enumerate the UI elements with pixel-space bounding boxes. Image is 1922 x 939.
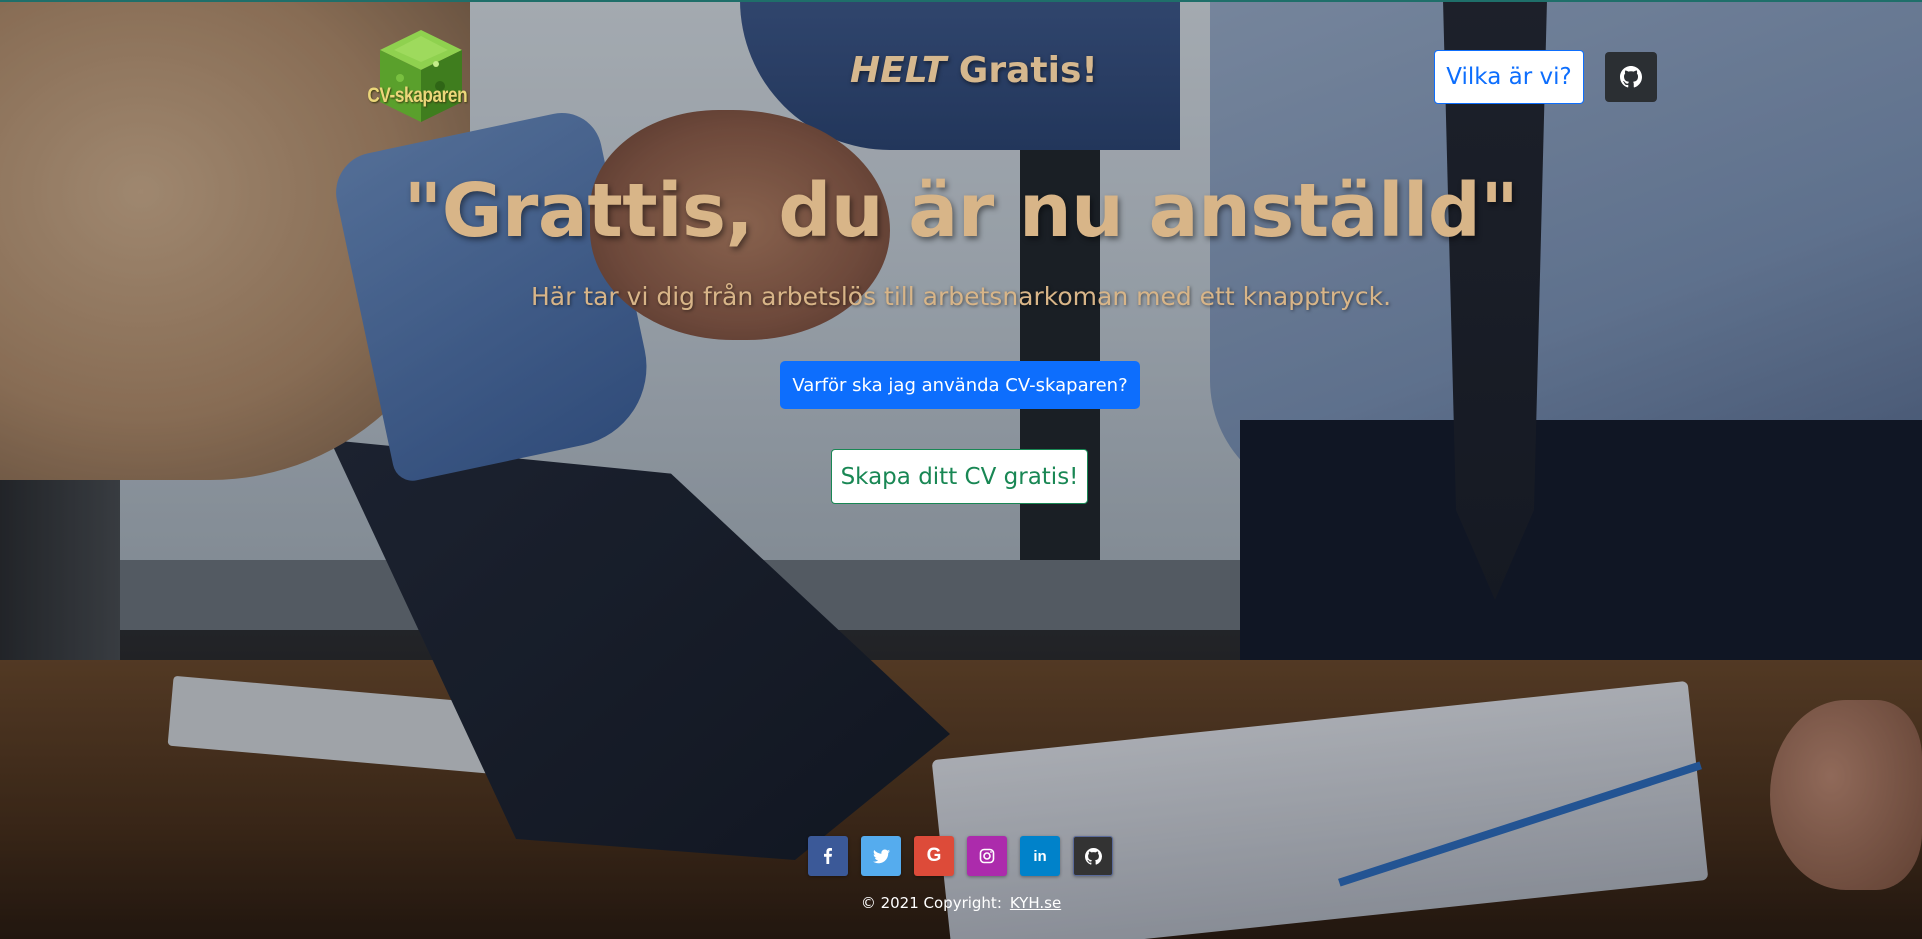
why-use-button[interactable]: Varför ska jag använda CV-skaparen? xyxy=(780,361,1140,409)
tagline-rest: Gratis! xyxy=(946,50,1098,91)
copyright-text: © 2021 Copyright: xyxy=(860,894,1002,912)
google-button[interactable]: G xyxy=(914,836,954,876)
copyright-link[interactable]: KYH.se xyxy=(1010,894,1061,912)
github-footer-button[interactable] xyxy=(1073,836,1113,876)
hero-subheadline: Här tar vi dig från arbetslös till arbet… xyxy=(530,282,1392,311)
hero-headline: "Grattis, du är nu anställd" xyxy=(403,168,1519,254)
instagram-icon xyxy=(979,848,995,864)
linkedin-button[interactable]: in xyxy=(1020,836,1060,876)
top-border xyxy=(0,0,1922,2)
linkedin-icon: in xyxy=(1033,847,1047,865)
social-links: G in xyxy=(808,836,1113,876)
github-button[interactable] xyxy=(1605,52,1657,102)
twitter-button[interactable] xyxy=(861,836,901,876)
grass-cube-icon xyxy=(380,30,462,122)
tagline-emphasis: HELT xyxy=(850,50,947,91)
instagram-button[interactable] xyxy=(967,836,1007,876)
create-cv-button[interactable]: Skapa ditt CV gratis! xyxy=(831,449,1088,504)
logo-text: CV-skaparen xyxy=(367,84,468,107)
github-icon xyxy=(1620,66,1642,88)
facebook-icon xyxy=(824,848,832,864)
facebook-button[interactable] xyxy=(808,836,848,876)
who-are-we-button[interactable]: Vilka är vi? xyxy=(1434,50,1584,104)
github-icon xyxy=(1084,847,1102,865)
tagline: HELT Gratis! xyxy=(850,50,1098,91)
twitter-icon xyxy=(872,848,890,863)
copyright: © 2021 Copyright: KYH.se xyxy=(0,894,1922,912)
google-icon: G xyxy=(926,845,942,866)
logo[interactable]: CV-skaparen xyxy=(367,24,474,128)
